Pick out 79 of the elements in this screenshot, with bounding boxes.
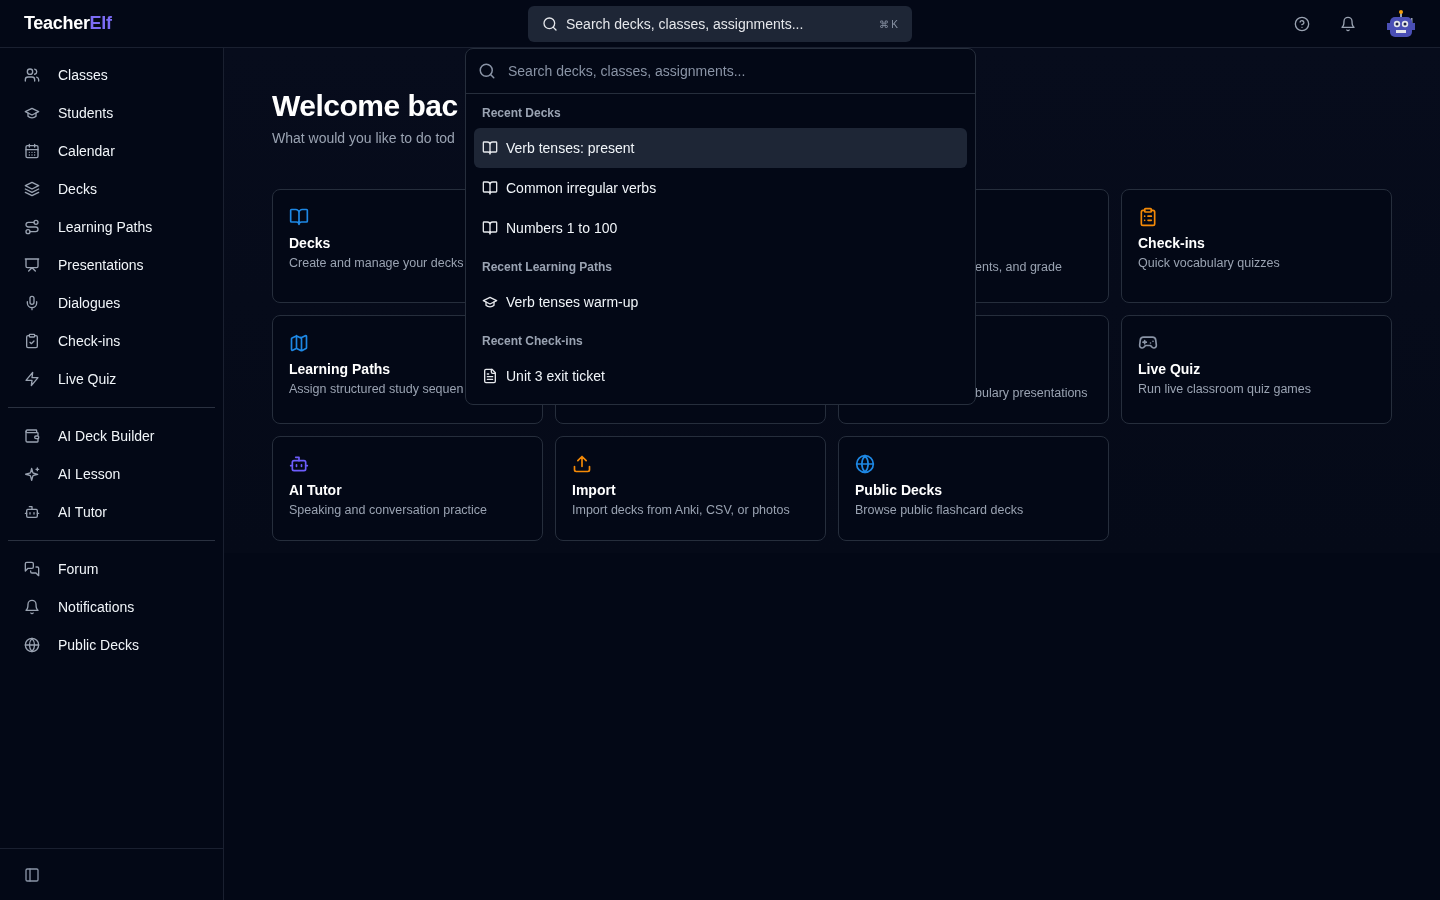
globe-icon xyxy=(24,637,40,653)
calendar-icon xyxy=(24,143,40,159)
robot-avatar-icon[interactable] xyxy=(1386,8,1416,39)
app-logo[interactable]: TeacherElf xyxy=(24,10,112,37)
book-icon xyxy=(289,207,309,228)
sidebar-item[interactable]: Forum xyxy=(8,550,215,588)
card-title: Public Decks xyxy=(855,481,943,501)
card-title: Import xyxy=(572,481,616,501)
layers-icon xyxy=(24,181,40,197)
notifications-button[interactable] xyxy=(1340,15,1356,32)
sparkles-icon xyxy=(24,466,40,482)
presentation-icon xyxy=(24,257,40,273)
card-description: Speaking and conversation practice xyxy=(289,502,488,520)
feature-card[interactable]: Public Decks Browse public flashcard decks xyxy=(838,435,1109,541)
card-title: Check-ins xyxy=(1138,234,1205,254)
card-description: Run live classroom quiz games xyxy=(1138,381,1311,399)
sidebar-item[interactable]: AI Deck Builder xyxy=(8,417,215,455)
card-title: Learning Paths xyxy=(289,360,391,380)
sidebar-item[interactable]: Decks xyxy=(8,170,215,208)
card-description: Quick vocabulary quizzes xyxy=(1138,255,1280,273)
result-item[interactable]: Verb tenses: present xyxy=(474,128,967,168)
sidebar-item[interactable]: Presentations xyxy=(8,246,215,284)
card-description: Create and manage your decks xyxy=(289,255,464,273)
sidebar-item[interactable]: Classes xyxy=(8,56,215,94)
search-icon xyxy=(542,16,558,32)
document-icon xyxy=(482,368,498,384)
book-icon xyxy=(482,180,498,196)
feature-card[interactable]: Live Quiz Run live classroom quiz games xyxy=(1121,315,1392,424)
palette-search-field[interactable]: Search decks, classes, assignments... xyxy=(506,59,963,83)
sidebar-item[interactable]: AI Lesson xyxy=(8,455,215,493)
sidebar-panel-icon xyxy=(24,866,40,883)
collapse-sidebar-button[interactable] xyxy=(24,866,40,883)
welcome-heading: Welcome bac xyxy=(272,88,458,124)
book-icon xyxy=(482,220,498,236)
sidebar-item[interactable]: Students xyxy=(8,94,215,132)
chat-icon xyxy=(24,561,40,577)
clipboard-icon xyxy=(1138,207,1158,228)
robot-icon xyxy=(24,504,40,520)
card-title: Live Quiz xyxy=(1138,360,1201,380)
search-button[interactable]: Search decks, classes, assignments... ⌘ K xyxy=(528,6,912,42)
route-icon xyxy=(24,219,40,235)
sidebar-item[interactable]: Dialogues xyxy=(8,284,215,322)
clipboard-check-icon xyxy=(24,333,40,349)
feature-card[interactable]: AI Tutor Speaking and conversation practice xyxy=(272,435,543,541)
section-label: Recent Decks xyxy=(481,105,562,122)
sidebar-item[interactable]: Learning Paths xyxy=(8,208,215,246)
shortcut-hint: ⌘ K xyxy=(878,17,898,32)
lightning-icon xyxy=(24,371,40,387)
card-description: bulary presentations xyxy=(975,385,1088,402)
search-icon xyxy=(478,62,496,80)
bell-icon xyxy=(24,599,40,615)
help-icon xyxy=(1294,15,1310,32)
robot-icon xyxy=(289,454,309,475)
sidebar-item[interactable]: Check-ins xyxy=(8,322,215,360)
upload-icon xyxy=(572,454,592,475)
graduation-cap-icon xyxy=(482,294,498,310)
bell-icon xyxy=(1340,15,1356,32)
card-title: Decks xyxy=(289,234,331,254)
sidebar-item[interactable]: Public Decks xyxy=(8,626,215,664)
sidebar-item[interactable]: AI Tutor xyxy=(8,493,215,531)
card-description: Browse public flashcard decks xyxy=(855,502,1024,520)
welcome-subtitle: What would you like to do tod xyxy=(272,129,455,148)
users-icon xyxy=(24,67,40,83)
graduation-cap-icon xyxy=(24,105,40,121)
book-icon xyxy=(482,140,498,156)
map-icon xyxy=(289,333,309,354)
card-title: AI Tutor xyxy=(289,481,342,501)
sidebar-item[interactable]: Calendar xyxy=(8,132,215,170)
microphone-icon xyxy=(24,295,40,311)
sidebar-item[interactable]: Notifications xyxy=(8,588,215,626)
card-description: Import decks from Anki, CSV, or photos xyxy=(572,502,790,520)
card-description: ents, and grade xyxy=(975,259,1062,276)
help-button[interactable] xyxy=(1294,15,1310,32)
wallet-icon xyxy=(24,428,40,444)
feature-card[interactable]: Check-ins Quick vocabulary quizzes xyxy=(1121,189,1392,303)
feature-card[interactable]: Import Import decks from Anki, CSV, or photos xyxy=(555,435,826,541)
card-description: Assign structured study sequen xyxy=(289,381,464,399)
sidebar-item[interactable]: Live Quiz xyxy=(8,360,215,398)
globe-icon xyxy=(855,454,875,475)
